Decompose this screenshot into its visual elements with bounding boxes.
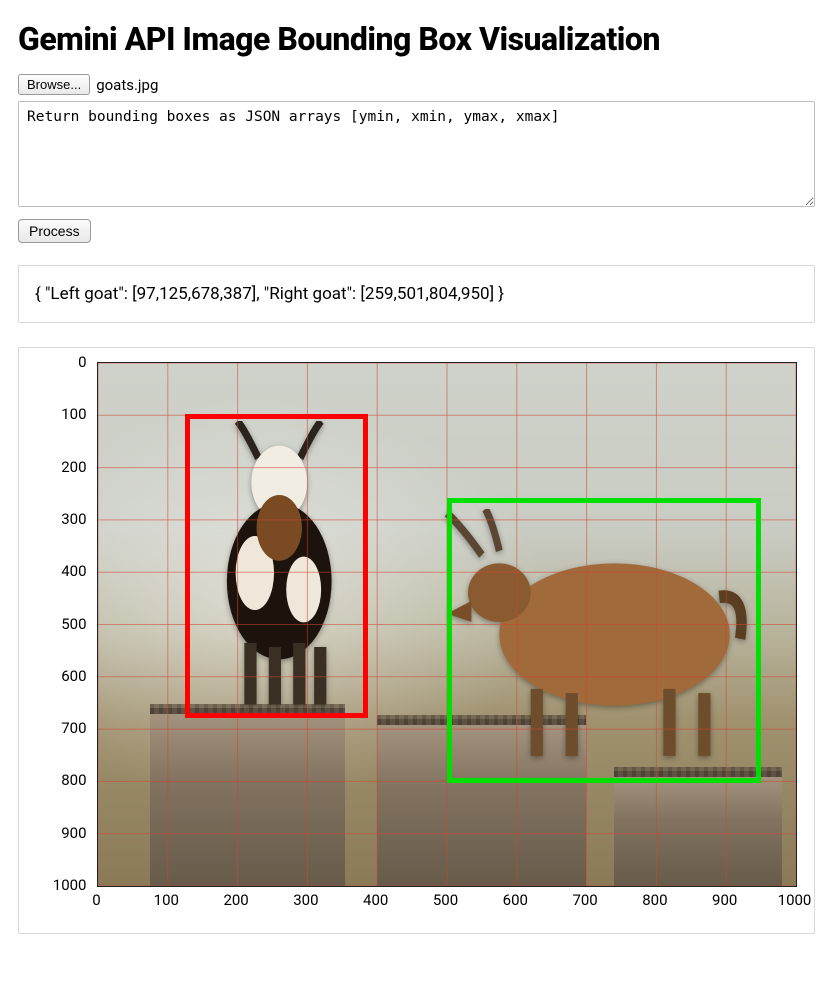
x-tick-label: 0 bbox=[92, 891, 100, 909]
x-axis-labels: 01002003004005006007008009001000 bbox=[97, 887, 797, 913]
y-tick-label: 600 bbox=[61, 667, 86, 685]
x-tick-label: 300 bbox=[293, 891, 318, 909]
y-tick-label: 900 bbox=[61, 824, 86, 842]
visualization-panel: 01002003004005006007008009001000 bbox=[18, 347, 815, 934]
x-tick-label: 100 bbox=[154, 891, 179, 909]
stump-shape bbox=[614, 771, 782, 886]
y-tick-label: 100 bbox=[61, 405, 86, 423]
x-tick-label: 400 bbox=[363, 891, 388, 909]
x-tick-label: 200 bbox=[223, 891, 248, 909]
y-tick-label: 700 bbox=[61, 719, 86, 737]
x-tick-label: 700 bbox=[572, 891, 597, 909]
x-tick-label: 1000 bbox=[778, 891, 812, 909]
chart: 01002003004005006007008009001000 bbox=[37, 362, 797, 887]
page-title: Gemini API Image Bounding Box Visualizat… bbox=[18, 20, 815, 58]
y-axis-labels: 01002003004005006007008009001000 bbox=[37, 362, 93, 887]
x-tick-label: 900 bbox=[712, 891, 737, 909]
file-input-row: Browse... goats.jpg bbox=[18, 74, 815, 95]
y-tick-label: 300 bbox=[61, 510, 86, 528]
selected-filename: goats.jpg bbox=[96, 76, 158, 94]
y-tick-label: 200 bbox=[61, 458, 86, 476]
y-tick-label: 500 bbox=[61, 615, 86, 633]
process-button[interactable]: Process bbox=[18, 219, 91, 243]
prompt-textarea[interactable] bbox=[18, 101, 815, 207]
x-tick-label: 500 bbox=[433, 891, 458, 909]
x-tick-label: 800 bbox=[642, 891, 667, 909]
y-tick-label: 400 bbox=[61, 562, 86, 580]
plot-area bbox=[97, 362, 797, 887]
x-tick-label: 600 bbox=[503, 891, 528, 909]
y-tick-label: 0 bbox=[78, 353, 86, 371]
y-tick-label: 1000 bbox=[53, 876, 87, 894]
api-output: { "Left goat": [97,125,678,387], "Right … bbox=[18, 265, 815, 323]
browse-button[interactable]: Browse... bbox=[18, 74, 90, 95]
y-tick-label: 800 bbox=[61, 771, 86, 789]
goat-right-shape bbox=[440, 509, 754, 760]
stump-shape bbox=[150, 708, 345, 886]
goat-left-shape bbox=[192, 421, 367, 709]
